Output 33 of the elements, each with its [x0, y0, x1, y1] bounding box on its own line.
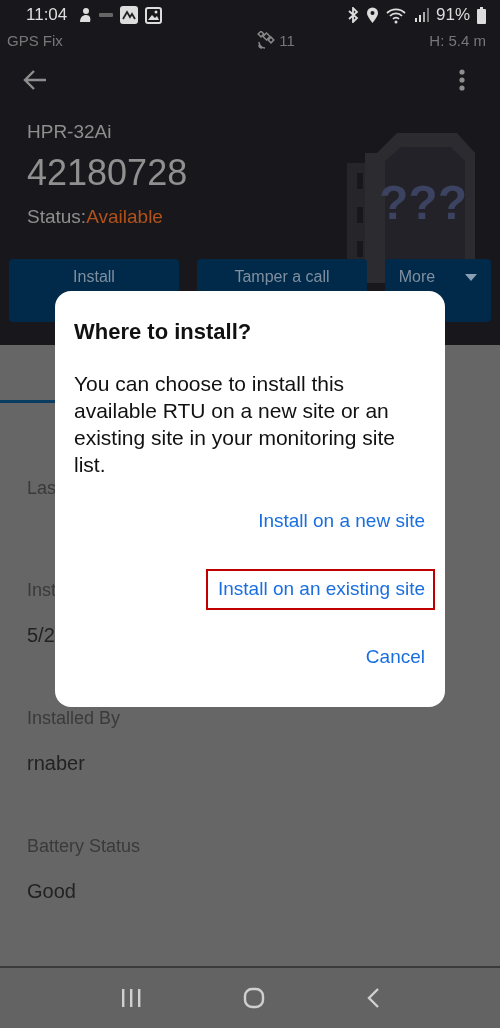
device-serial: 42180728	[27, 151, 188, 195]
signal-icon	[414, 8, 429, 22]
bluetooth-icon	[346, 7, 359, 23]
dialog-button[interactable]: Cancel	[353, 637, 435, 678]
dialog-button[interactable]: Install on a new site	[246, 501, 435, 542]
recent-apps-icon[interactable]	[120, 988, 143, 1008]
mountain-app-icon	[120, 6, 139, 24]
field-value: rnaber	[27, 751, 85, 776]
gps-fix-label: GPS Fix	[7, 31, 63, 49]
location-icon	[365, 6, 379, 24]
gps-height: H: 5.4 m	[429, 31, 486, 49]
status-time: 11:04	[26, 5, 68, 25]
device-model: HPR-32Ai	[27, 120, 113, 144]
satellite-count: 11	[279, 31, 295, 49]
dialog-title: Where to install?	[74, 319, 253, 345]
back-icon[interactable]	[365, 987, 380, 1009]
status-value: Available	[86, 206, 163, 227]
home-icon[interactable]	[243, 987, 265, 1009]
wifi-icon	[385, 6, 408, 24]
figure-icon	[78, 7, 93, 23]
field-value: 5/2	[27, 623, 55, 648]
battery-icon	[477, 6, 486, 24]
notification-icon	[99, 12, 114, 18]
back-arrow-icon[interactable]	[22, 68, 48, 92]
image-icon	[145, 6, 163, 24]
field-value: Good	[27, 879, 76, 904]
battery-percent: 91%	[435, 5, 470, 25]
dialog-message: You can choose to install this available RTU on a new site or an existing site in your monitoring site list.	[74, 371, 396, 478]
status-label: Status:	[27, 206, 87, 227]
more-options-icon[interactable]	[458, 68, 466, 92]
dialog-button[interactable]: Install on an existing site	[206, 569, 435, 610]
satellite-icon	[257, 31, 276, 49]
caret-icon	[465, 274, 478, 281]
